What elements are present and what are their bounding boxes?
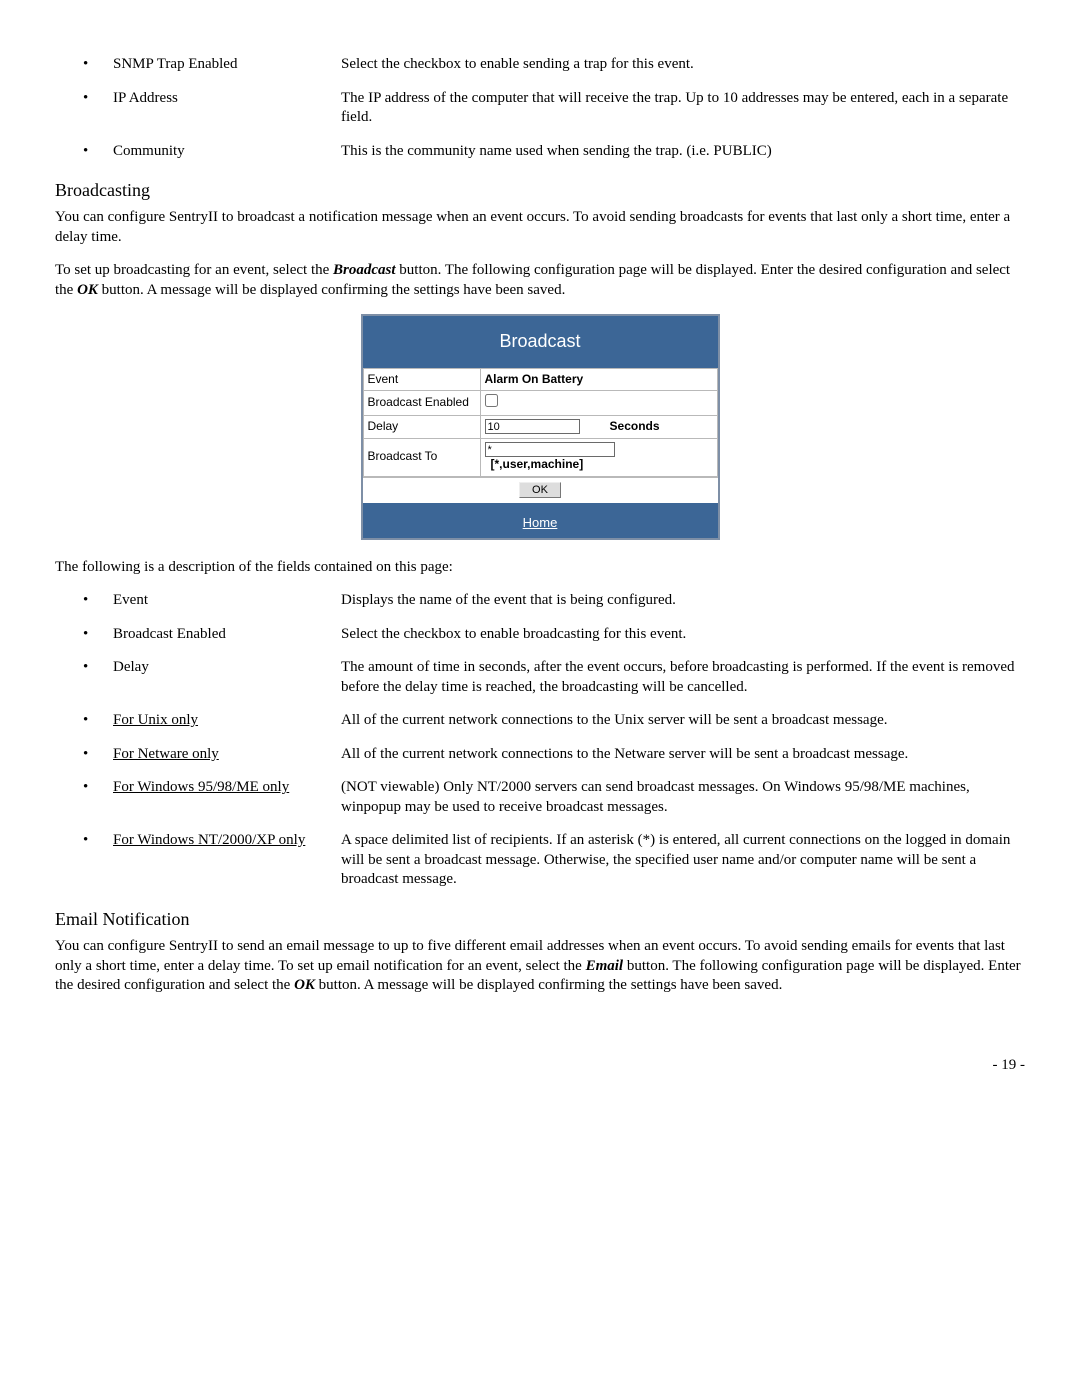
bullet-row: •SNMP Trap EnabledSelect the checkbox to… [55, 55, 1025, 75]
page-number: - 19 - [55, 1056, 1025, 1076]
delay-unit: Seconds [610, 419, 660, 433]
bullet-icon: • [55, 591, 113, 611]
bullet-icon: • [55, 778, 113, 798]
broadcast-field-list: •EventDisplays the name of the event tha… [55, 591, 1025, 890]
bullet-icon: • [55, 89, 113, 109]
bullet-term: Delay [113, 658, 341, 678]
bullet-icon: • [55, 831, 113, 851]
bullet-term: For Windows NT/2000/XP only [113, 831, 341, 851]
broadcast-panel: Broadcast Event Alarm On Battery Broadca… [361, 314, 720, 539]
bullet-row: •For Windows 95/98/ME only(NOT viewable)… [55, 778, 1025, 817]
snmp-field-list: •SNMP Trap EnabledSelect the checkbox to… [55, 55, 1025, 161]
bullet-term: For Windows 95/98/ME only [113, 778, 341, 798]
broadcasting-para1: You can configure SentryII to broadcast … [55, 208, 1025, 247]
event-label: Event [363, 368, 480, 391]
home-link[interactable]: Home [523, 515, 558, 530]
bullet-icon: • [55, 55, 113, 75]
email-para: You can configure SentryII to send an em… [55, 937, 1025, 996]
bullet-desc: The IP address of the computer that will… [341, 89, 1025, 128]
bullet-term: IP Address [113, 89, 341, 109]
ok-button[interactable]: OK [519, 482, 561, 498]
bullet-icon: • [55, 711, 113, 731]
bullet-icon: • [55, 658, 113, 678]
fields-intro: The following is a description of the fi… [55, 558, 1025, 578]
event-value: Alarm On Battery [485, 372, 584, 386]
bullet-term: SNMP Trap Enabled [113, 55, 341, 75]
bullet-row: •DelayThe amount of time in seconds, aft… [55, 658, 1025, 697]
bullet-icon: • [55, 745, 113, 765]
bullet-desc: All of the current network connections t… [341, 745, 1025, 765]
bullet-row: •For Unix onlyAll of the current network… [55, 711, 1025, 731]
bullet-row: •Broadcast EnabledSelect the checkbox to… [55, 625, 1025, 645]
enabled-label: Broadcast Enabled [363, 391, 480, 416]
bullet-term: Community [113, 142, 341, 162]
bullet-desc: This is the community name used when sen… [341, 142, 1025, 162]
bullet-desc: All of the current network connections t… [341, 711, 1025, 731]
bullet-icon: • [55, 625, 113, 645]
bullet-row: •For Windows NT/2000/XP onlyA space deli… [55, 831, 1025, 890]
bullet-desc: A space delimited list of recipients. If… [341, 831, 1025, 890]
broadcasting-heading: Broadcasting [55, 179, 1025, 202]
broadcast-to-hint: [*,user,machine] [485, 457, 584, 471]
broadcast-to-input[interactable] [485, 442, 615, 457]
bullet-icon: • [55, 142, 113, 162]
bullet-row: •EventDisplays the name of the event tha… [55, 591, 1025, 611]
broadcasting-para2: To set up broadcasting for an event, sel… [55, 261, 1025, 300]
bullet-desc: Displays the name of the event that is b… [341, 591, 1025, 611]
delay-input[interactable] [485, 419, 580, 434]
bullet-row: •CommunityThis is the community name use… [55, 142, 1025, 162]
bullet-desc: The amount of time in seconds, after the… [341, 658, 1025, 697]
delay-label: Delay [363, 415, 480, 438]
bullet-desc: Select the checkbox to enable sending a … [341, 55, 1025, 75]
bullet-term: Broadcast Enabled [113, 625, 341, 645]
panel-title: Broadcast [363, 316, 718, 367]
email-heading: Email Notification [55, 908, 1025, 931]
to-label: Broadcast To [363, 438, 480, 476]
bullet-term: For Netware only [113, 745, 341, 765]
bullet-term: Event [113, 591, 341, 611]
bullet-desc: (NOT viewable) Only NT/2000 servers can … [341, 778, 1025, 817]
bullet-desc: Select the checkbox to enable broadcasti… [341, 625, 1025, 645]
bullet-term: For Unix only [113, 711, 341, 731]
bullet-row: •For Netware onlyAll of the current netw… [55, 745, 1025, 765]
bullet-row: •IP AddressThe IP address of the compute… [55, 89, 1025, 128]
enabled-checkbox[interactable] [485, 394, 498, 407]
